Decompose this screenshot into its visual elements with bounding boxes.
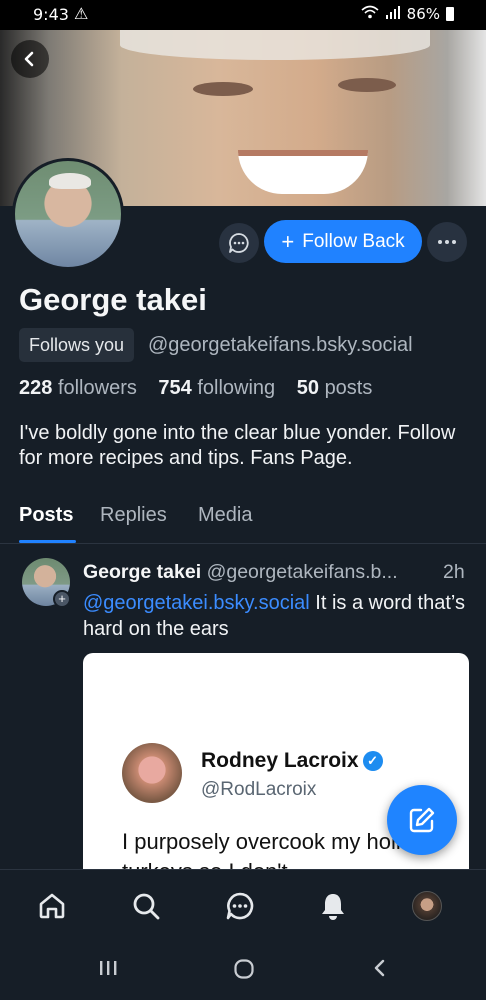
profile-tabs: Posts Replies Media <box>0 500 486 544</box>
post-header: George takei @georgetakeifans.b... <box>83 561 398 584</box>
profile-handle: @georgetakeifans.bsky.social <box>148 334 413 356</box>
chevron-left-icon <box>24 51 34 67</box>
embedded-avatar <box>122 743 182 803</box>
signal-icon <box>385 5 401 23</box>
home-nav-icon[interactable] <box>233 958 255 986</box>
followers-stat[interactable]: 228 followers <box>19 377 145 399</box>
posts-stat: 50 posts <box>296 377 373 399</box>
profile-stats: 228 followers 754 following 50 posts <box>19 377 388 400</box>
bell-icon <box>322 894 344 920</box>
chat-bubble-icon <box>229 233 249 253</box>
warning-icon: ⚠ <box>74 6 89 23</box>
follow-back-label: Follow Back <box>302 230 405 252</box>
post-text: @georgetakei.bsky.social It is a word th… <box>83 590 468 642</box>
profile-bio: I've boldly gone into the clear blue yon… <box>19 422 456 469</box>
ellipsis-icon <box>438 240 456 244</box>
profile-avatar[interactable] <box>12 158 124 270</box>
post-timestamp: 2h <box>443 561 465 583</box>
compose-icon <box>409 807 435 833</box>
battery-icon <box>446 7 454 21</box>
nav-chat[interactable] <box>220 886 260 926</box>
more-options-button[interactable] <box>427 222 467 262</box>
embedded-author-name: Rodney Lacroix ✓ <box>201 749 383 773</box>
back-button[interactable] <box>11 40 49 78</box>
system-navigation-bar <box>0 944 486 1000</box>
profile-avatar-small <box>412 891 442 921</box>
battery-percent: 86% <box>406 5 440 23</box>
home-icon <box>39 893 65 919</box>
message-button[interactable] <box>219 223 259 263</box>
nav-notifications[interactable] <box>313 886 353 926</box>
plus-icon: + <box>281 228 295 254</box>
recent-apps-icon[interactable] <box>98 958 118 984</box>
follow-back-button[interactable]: + Follow Back <box>264 220 422 263</box>
status-time: 9:43 <box>33 5 69 24</box>
verified-icon: ✓ <box>362 751 383 772</box>
tab-posts[interactable]: Posts <box>19 504 73 527</box>
nav-profile[interactable] <box>407 886 447 926</box>
tab-replies[interactable]: Replies <box>100 504 167 527</box>
embedded-author-handle: @RodLacroix <box>201 779 317 800</box>
follows-you-badge: Follows you <box>19 328 135 362</box>
active-tab-indicator <box>19 540 76 543</box>
status-right: 86% <box>361 5 454 23</box>
wifi-icon <box>361 5 379 23</box>
search-icon <box>133 893 160 920</box>
follow-plus-icon[interactable]: + <box>53 590 71 608</box>
post-author-name[interactable]: George takei <box>83 561 201 583</box>
chat-icon <box>226 892 254 920</box>
following-stat[interactable]: 754 following <box>158 377 283 399</box>
bottom-navigation <box>0 869 486 944</box>
status-bar: 9:43 ⚠ 86% <box>0 0 486 30</box>
nav-search[interactable] <box>126 886 166 926</box>
display-name: George takei <box>19 282 207 317</box>
compose-button[interactable] <box>387 785 457 855</box>
back-nav-icon[interactable] <box>370 958 390 984</box>
post-mention-link[interactable]: @georgetakei.bsky.social <box>83 592 310 614</box>
tab-media[interactable]: Media <box>198 504 252 527</box>
nav-home[interactable] <box>32 886 72 926</box>
post-author-handle[interactable]: @georgetakeifans.b... <box>207 561 398 583</box>
